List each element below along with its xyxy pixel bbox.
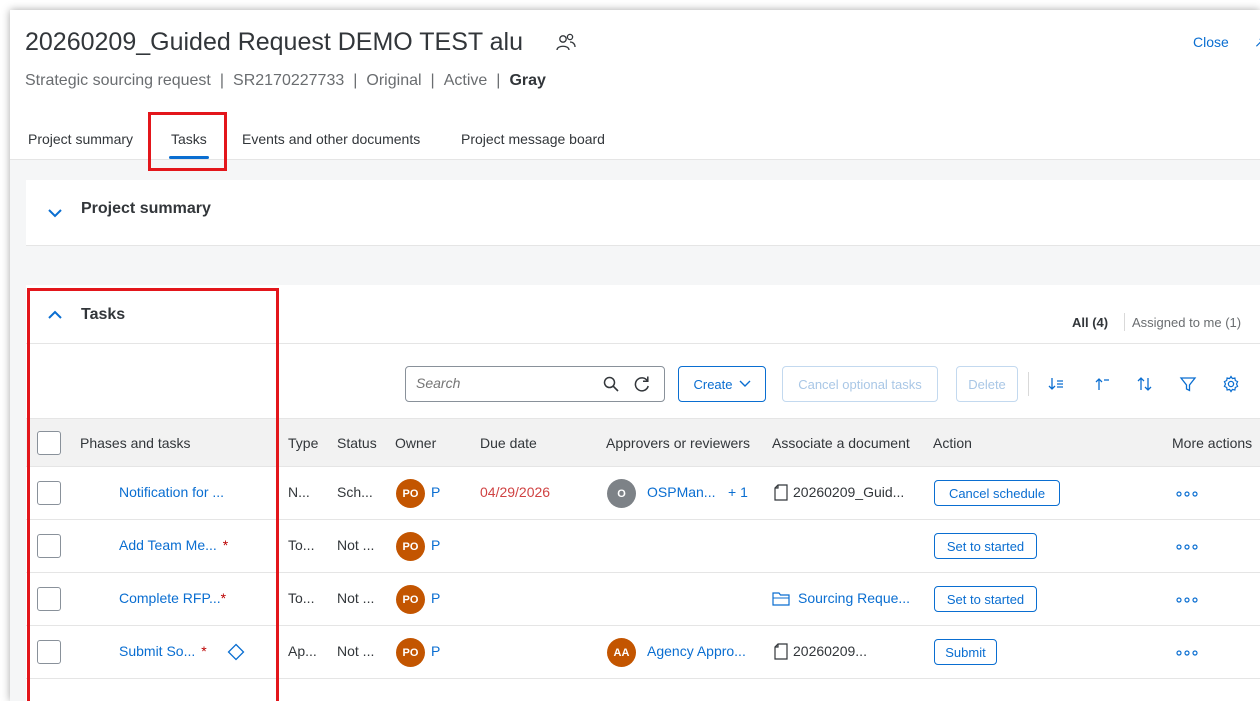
- associated-document[interactable]: 20260209...: [793, 643, 867, 659]
- column-type[interactable]: Type: [288, 435, 318, 451]
- more-icon[interactable]: [1176, 650, 1198, 656]
- request-state: Active: [443, 72, 488, 89]
- filter-assigned-to-me[interactable]: Assigned to me (1): [1132, 315, 1241, 330]
- owner-avatar[interactable]: PO: [396, 638, 425, 667]
- owner-name[interactable]: P: [431, 643, 440, 659]
- more-icon[interactable]: [1176, 491, 1198, 497]
- tasks-column-highlight-box: [27, 288, 279, 701]
- set-to-started-button[interactable]: Set to started: [934, 533, 1037, 559]
- separator: |: [430, 72, 435, 89]
- request-version: Original: [366, 72, 422, 89]
- people-icon[interactable]: [555, 32, 577, 54]
- overflow-link-icon[interactable]: ↗: [1254, 34, 1260, 50]
- sort-icon[interactable]: [1136, 375, 1154, 393]
- more-icon[interactable]: [1176, 544, 1198, 550]
- settings-icon[interactable]: [1222, 375, 1240, 393]
- owner-name[interactable]: P: [431, 484, 440, 500]
- set-to-started-button[interactable]: Set to started: [934, 586, 1037, 612]
- close-link[interactable]: Close: [1193, 34, 1229, 50]
- filter-all[interactable]: All (4): [1072, 315, 1108, 330]
- owner-name[interactable]: P: [431, 537, 440, 553]
- approver-name[interactable]: OSPMan...: [647, 484, 715, 500]
- sort-ascending-icon[interactable]: [1093, 375, 1111, 393]
- column-action[interactable]: Action: [933, 435, 972, 451]
- separator: |: [219, 72, 225, 89]
- associated-document[interactable]: 20260209_Guid...: [793, 484, 904, 500]
- toolbar-divider: [1028, 372, 1029, 396]
- app-frame: 20260209_Guided Request DEMO TEST alu Cl…: [10, 10, 1260, 701]
- column-owner[interactable]: Owner: [395, 435, 436, 451]
- separator: |: [496, 72, 501, 89]
- more-icon[interactable]: [1176, 597, 1198, 603]
- owner-name[interactable]: P: [431, 590, 440, 606]
- task-type: Ap...: [288, 643, 317, 659]
- column-associate-document[interactable]: Associate a document: [772, 435, 910, 451]
- sort-descending-icon[interactable]: [1047, 375, 1065, 393]
- submit-button[interactable]: Submit: [934, 639, 997, 665]
- due-date: 04/29/2026: [480, 484, 551, 500]
- column-due-date[interactable]: Due date: [480, 435, 537, 451]
- header-subtitle: Strategic sourcing request | SR2170227733 |…: [25, 72, 546, 90]
- folder-icon: [772, 592, 790, 606]
- approver-name[interactable]: Agency Appro...: [647, 643, 746, 659]
- approver-avatar[interactable]: O: [607, 479, 636, 508]
- search-field[interactable]: [405, 366, 665, 402]
- task-status: Not ...: [337, 537, 375, 553]
- request-color: Gray: [509, 72, 546, 89]
- column-more-actions[interactable]: More actions: [1172, 435, 1252, 451]
- chevron-down-icon[interactable]: [46, 204, 64, 222]
- request-type: Strategic sourcing request: [25, 72, 211, 89]
- task-type: N...: [288, 484, 310, 500]
- filter-icon[interactable]: [1179, 375, 1197, 393]
- request-id: SR2170227733: [233, 72, 345, 89]
- filter-divider: [1124, 313, 1125, 331]
- task-status: Sch...: [337, 484, 373, 500]
- delete-button[interactable]: Delete: [956, 366, 1018, 402]
- tab-project-message-board[interactable]: Project message board: [461, 131, 605, 147]
- column-status[interactable]: Status: [337, 435, 377, 451]
- column-approvers[interactable]: Approvers or reviewers: [606, 435, 750, 451]
- task-type: To...: [288, 537, 315, 553]
- project-summary-section: Project summary: [26, 180, 1260, 246]
- owner-avatar[interactable]: PO: [396, 479, 425, 508]
- approver-avatar[interactable]: AA: [607, 638, 636, 667]
- tab-highlight-box: [148, 112, 227, 171]
- approver-more-count[interactable]: + 1: [728, 484, 748, 500]
- document-icon: [774, 484, 788, 501]
- cancel-optional-tasks-button[interactable]: Cancel optional tasks: [782, 366, 938, 402]
- search-icon[interactable]: [602, 375, 620, 393]
- chevron-down-icon: [739, 380, 751, 387]
- associated-document[interactable]: Sourcing Reque...: [798, 590, 910, 606]
- search-input[interactable]: [416, 375, 586, 391]
- separator: |: [353, 72, 358, 89]
- project-summary-title: Project summary: [81, 200, 211, 217]
- task-status: Not ...: [337, 590, 375, 606]
- owner-avatar[interactable]: PO: [396, 585, 425, 614]
- task-type: To...: [288, 590, 315, 606]
- document-icon: [774, 643, 788, 660]
- cancel-schedule-button[interactable]: Cancel schedule: [934, 480, 1060, 506]
- tab-events-and-documents[interactable]: Events and other documents: [242, 131, 420, 147]
- page-title: 20260209_Guided Request DEMO TEST alu: [25, 28, 523, 56]
- refresh-icon[interactable]: [632, 374, 652, 394]
- owner-avatar[interactable]: PO: [396, 532, 425, 561]
- create-button-label: Create: [693, 376, 733, 392]
- task-status: Not ...: [337, 643, 375, 659]
- create-button[interactable]: Create: [678, 366, 766, 402]
- tab-project-summary[interactable]: Project summary: [28, 131, 133, 147]
